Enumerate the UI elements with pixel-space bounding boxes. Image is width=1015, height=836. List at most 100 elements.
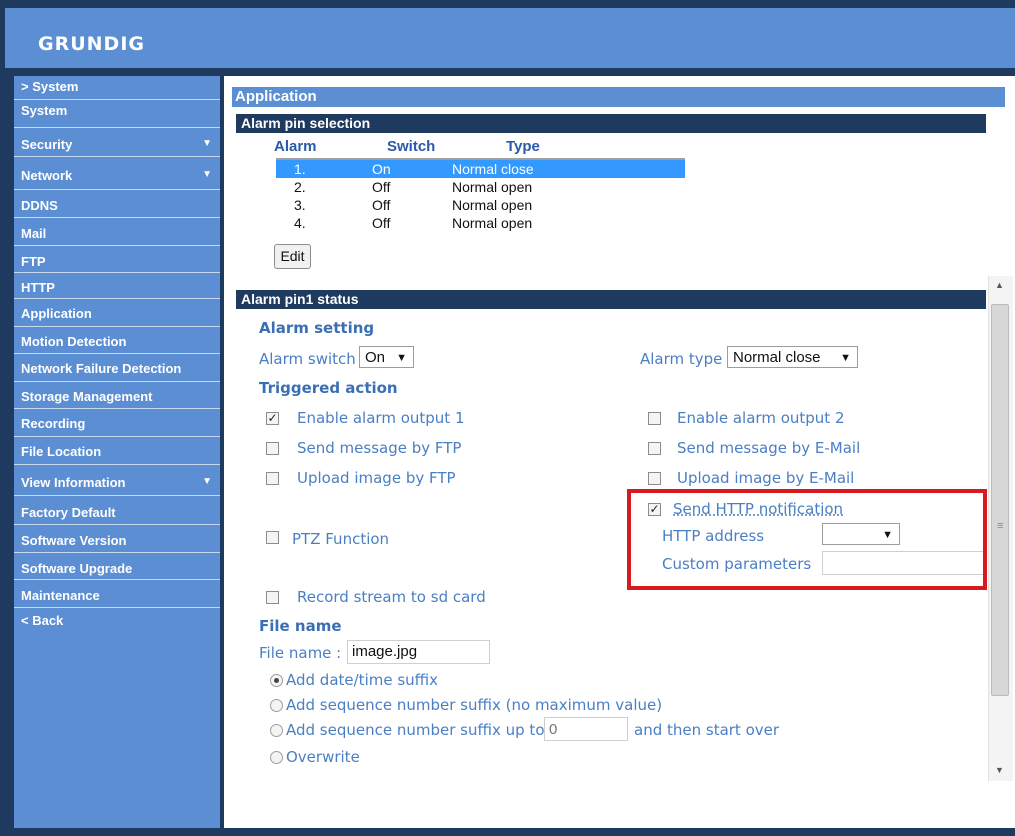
seq-upto-tail-label: and then start over (634, 721, 780, 739)
seq-nomax-radio[interactable] (270, 699, 283, 712)
sidebar-item-label: Maintenance (21, 588, 100, 603)
sidebar-item-application[interactable]: Application (14, 299, 220, 327)
alarm-type: Normal open (452, 179, 533, 195)
header-bar: GRUNDIG (5, 8, 1015, 68)
upload-ftp-checkbox[interactable] (266, 472, 279, 485)
enable-output-1-label: Enable alarm output 1 (297, 409, 465, 427)
alarm-pin-status-bar: Alarm pin1 status (236, 290, 986, 309)
sidebar-item-security[interactable]: Security ▼ (14, 128, 220, 157)
list-item[interactable]: 4. Off Normal open (276, 214, 685, 232)
chevron-down-icon: ▼ (840, 352, 851, 364)
sidebar-item-view-information[interactable]: View Information ▼ (14, 465, 220, 496)
alarm-switch: On (372, 161, 391, 177)
alarm-type-label: Alarm type (640, 350, 723, 368)
alarm-type-value: Normal close (733, 349, 821, 366)
sidebar-item-label: System (21, 103, 68, 118)
sidebar-item-label: Software Version (21, 533, 127, 548)
column-header-switch: Switch (387, 138, 436, 155)
scrollbar-thumb[interactable]: ≡ (991, 304, 1009, 696)
seq-upto-radio[interactable] (270, 724, 283, 737)
sidebar-item-label: Security (21, 137, 73, 152)
seq-nomax-label: Add sequence number suffix (no maximum v… (286, 696, 663, 714)
alarm-switch: Off (372, 197, 391, 213)
chevron-down-icon: ▼ (202, 476, 212, 487)
triggered-action-header: Triggered action (259, 379, 398, 397)
alarm-type: Normal close (452, 161, 534, 177)
sidebar-item-network[interactable]: Network ▼ (14, 157, 220, 190)
alarm-number: 2. (294, 179, 306, 195)
column-header-alarm: Alarm (274, 138, 317, 155)
sidebar-item-label: Storage Management (21, 389, 153, 404)
sidebar-item-recording[interactable]: Recording (14, 409, 220, 437)
file-name-label: File name : (259, 644, 342, 662)
sidebar-item-ddns[interactable]: DDNS (14, 190, 220, 218)
upload-email-checkbox[interactable] (648, 472, 661, 485)
sidebar: > System System Security ▼ Network ▼ DDNS … (14, 76, 220, 828)
send-email-label: Send message by E-Mail (677, 439, 861, 457)
record-sd-checkbox[interactable] (266, 591, 279, 604)
seq-upto-label: Add sequence number suffix up to (286, 721, 545, 739)
sidebar-item-system[interactable]: System (14, 100, 220, 128)
upload-email-label: Upload image by E-Mail (677, 469, 855, 487)
sidebar-item-back[interactable]: < Back (14, 608, 220, 632)
enable-output-2-checkbox[interactable] (648, 412, 661, 425)
alarm-type: Normal open (452, 215, 533, 231)
main-panel: Application Alarm pin selection Alarm Sw… (224, 76, 1015, 828)
sidebar-item-label: Network Failure Detection (21, 361, 182, 376)
sidebar-item-file-location[interactable]: File Location (14, 437, 220, 465)
sidebar-item-maintenance[interactable]: Maintenance (14, 580, 220, 608)
page-title: Application (232, 87, 1005, 107)
alarm-switch-value: On (365, 349, 386, 366)
sidebar-item-software-upgrade[interactable]: Software Upgrade (14, 553, 220, 580)
overwrite-radio[interactable] (270, 751, 283, 764)
sidebar-item-label: HTTP (21, 280, 55, 295)
chevron-down-icon: ▼ (396, 352, 407, 364)
sidebar-item-ftp[interactable]: FTP (14, 246, 220, 273)
file-name-header: File name (259, 617, 342, 635)
alarm-number: 1. (294, 161, 306, 177)
alarm-number: 4. (294, 215, 306, 231)
chevron-down-icon: ▼ (202, 138, 212, 149)
list-item[interactable]: 2. Off Normal open (276, 178, 685, 196)
list-item[interactable]: 3. Off Normal open (276, 196, 685, 214)
sidebar-item-http[interactable]: HTTP (14, 273, 220, 299)
sidebar-item-network-failure-detection[interactable]: Network Failure Detection (14, 354, 220, 382)
sidebar-item-label: > System (21, 79, 79, 94)
alarm-type-select[interactable]: Normal close ▼ (727, 346, 858, 368)
sidebar-item-label: Mail (21, 226, 47, 241)
edit-button[interactable]: Edit (274, 244, 311, 269)
sidebar-item-mail[interactable]: Mail (14, 218, 220, 246)
ptz-function-label: PTZ Function (292, 530, 390, 548)
chevron-down-icon: ▼ (202, 169, 212, 180)
alarm-switch-select[interactable]: On ▼ (359, 346, 414, 368)
sidebar-item-system-header[interactable]: > System (14, 76, 220, 100)
send-email-checkbox[interactable] (648, 442, 661, 455)
sidebar-item-software-version[interactable]: Software Version (14, 525, 220, 553)
alarm-pin-list: 1. On Normal close 2. Off Normal open 3.… (276, 158, 685, 236)
alarm-pin-selection-bar: Alarm pin selection (236, 114, 986, 133)
alarm-number: 3. (294, 197, 306, 213)
scroll-up-icon[interactable]: ▲ (995, 280, 1004, 290)
alarm-switch: Off (372, 179, 391, 195)
scroll-down-icon[interactable]: ▼ (995, 765, 1004, 775)
sidebar-item-label: Recording (21, 416, 86, 431)
grip-icon: ≡ (997, 520, 1004, 532)
sidebar-item-factory-default[interactable]: Factory Default (14, 496, 220, 525)
alarm-switch: Off (372, 215, 391, 231)
sidebar-item-storage-management[interactable]: Storage Management (14, 382, 220, 409)
sidebar-item-label: Factory Default (21, 505, 116, 520)
file-name-input[interactable]: image.jpg (347, 640, 490, 664)
sidebar-item-label: File Location (21, 444, 102, 459)
datetime-suffix-radio[interactable] (270, 674, 283, 687)
sidebar-item-label: View Information (21, 475, 126, 490)
send-ftp-checkbox[interactable] (266, 442, 279, 455)
sidebar-item-motion-detection[interactable]: Motion Detection (14, 327, 220, 354)
upload-ftp-label: Upload image by FTP (297, 469, 456, 487)
ptz-function-checkbox[interactable] (266, 531, 279, 544)
vertical-scrollbar[interactable]: ▲ ≡ ▼ (988, 276, 1013, 781)
datetime-suffix-label: Add date/time suffix (286, 671, 439, 689)
seq-upto-input[interactable] (544, 717, 628, 741)
list-item[interactable]: 1. On Normal close (276, 160, 685, 178)
overwrite-label: Overwrite (286, 748, 360, 766)
enable-output-1-checkbox[interactable]: ✓ (266, 412, 279, 425)
